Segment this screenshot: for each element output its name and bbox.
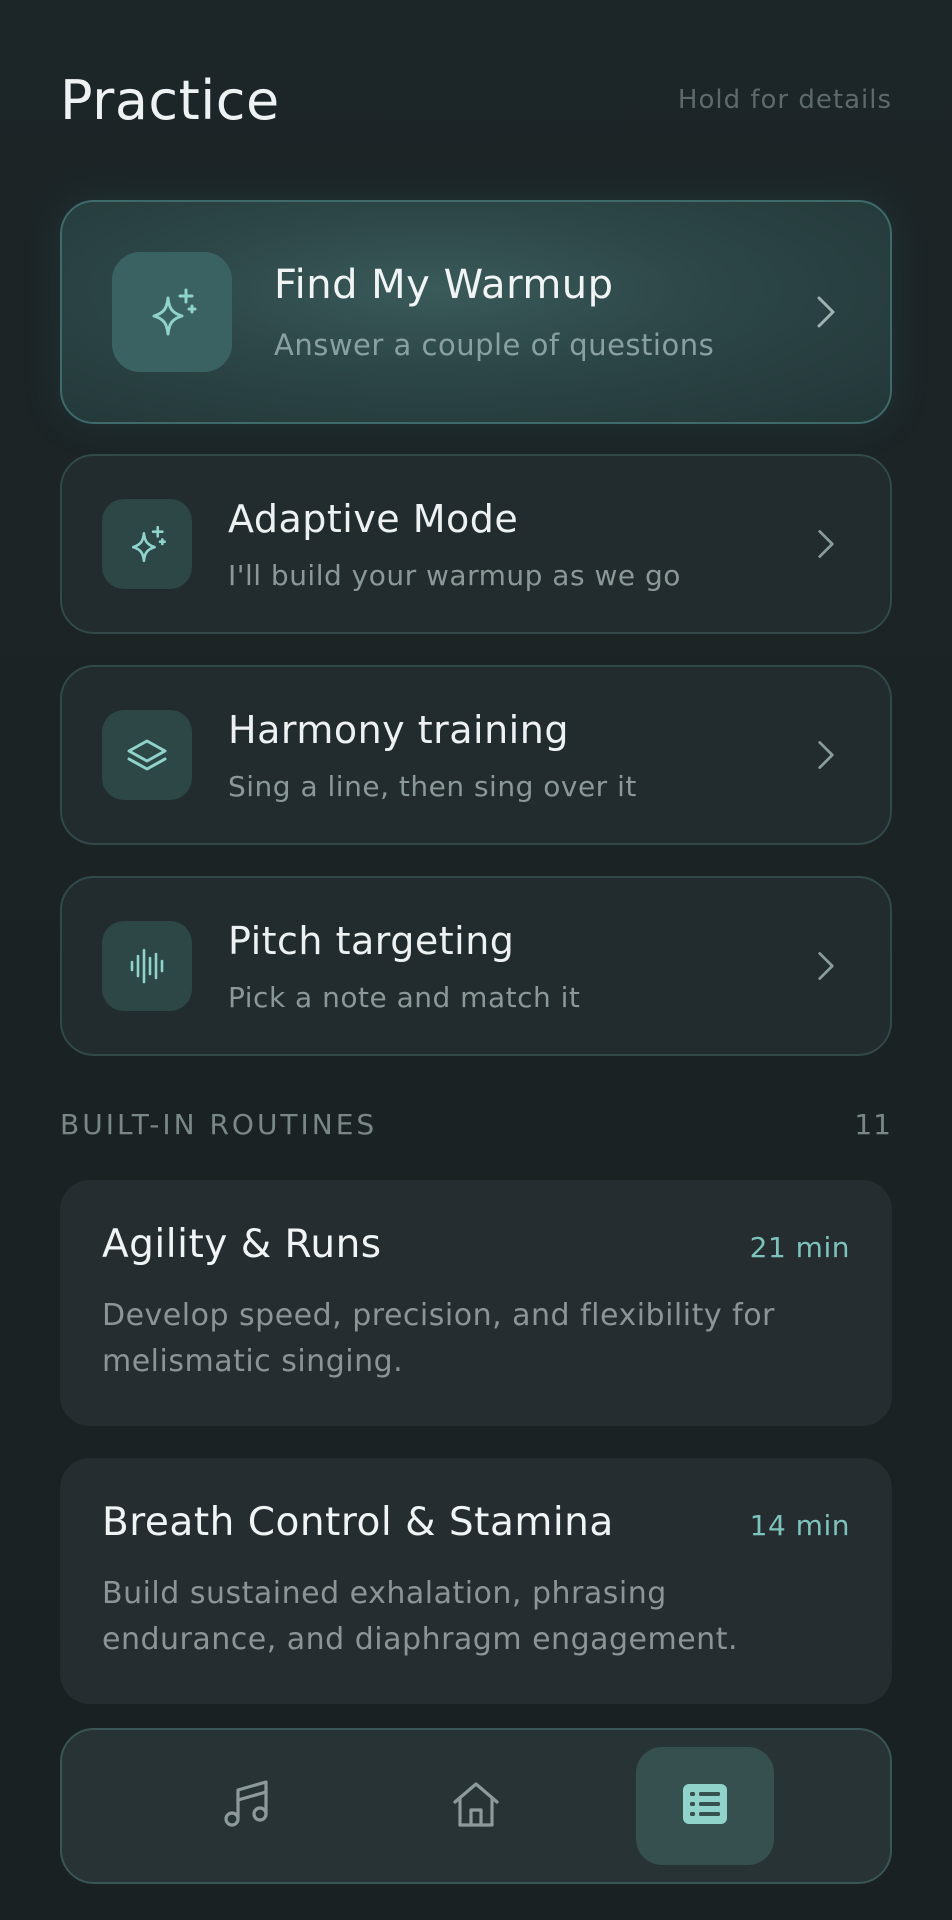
music-note-icon	[219, 1776, 275, 1836]
featured-title: Find My Warmup	[274, 262, 614, 308]
routine-header-row: Agility & Runs 21 min	[102, 1222, 850, 1267]
option-texts: Pitch targeting Pick a note and match it	[228, 919, 806, 1014]
built-in-routines-header: BUILT-IN ROUTINES 11	[60, 1108, 892, 1141]
sparkles-icon	[102, 499, 192, 589]
routine-duration: 14 min	[749, 1509, 850, 1542]
option-subtitle: Pick a note and match it	[228, 980, 581, 1014]
routine-title: Breath Control & Stamina	[102, 1500, 614, 1545]
tab-routines[interactable]	[636, 1747, 775, 1865]
tab-music[interactable]	[178, 1747, 316, 1865]
routine-header-row: Breath Control & Stamina 14 min	[102, 1500, 850, 1545]
layers-icon	[102, 710, 192, 800]
chevron-right-icon	[806, 735, 846, 775]
option-title: Pitch targeting	[228, 918, 515, 963]
hold-hint: Hold for details	[677, 85, 892, 115]
routine-card-agility[interactable]: Agility & Runs 21 min Develop speed, pre…	[60, 1180, 892, 1426]
sparkles-icon	[112, 252, 232, 372]
featured-texts: Find My Warmup Answer a couple of questi…	[274, 262, 806, 362]
option-texts: Adaptive Mode I'll build your warmup as …	[228, 497, 806, 592]
section-label: BUILT-IN ROUTINES	[60, 1108, 378, 1141]
waveform-icon	[102, 921, 192, 1011]
chevron-right-icon	[806, 292, 846, 332]
option-subtitle: I'll build your warmup as we go	[228, 558, 681, 592]
option-title: Harmony training	[228, 707, 569, 752]
adaptive-mode-card[interactable]: Adaptive Mode I'll build your warmup as …	[60, 454, 892, 634]
harmony-training-card[interactable]: Harmony training Sing a line, then sing …	[60, 665, 892, 845]
option-subtitle: Sing a line, then sing over it	[228, 769, 637, 803]
routine-count: 11	[854, 1108, 892, 1141]
practice-screen: Practice Hold for details Find My Warmup…	[0, 0, 952, 1920]
list-icon	[680, 1779, 730, 1833]
routine-description: Develop speed, precision, and flexibilit…	[102, 1298, 775, 1379]
routine-card-breath[interactable]: Breath Control & Stamina 14 min Build su…	[60, 1458, 892, 1704]
routine-duration: 21 min	[749, 1231, 850, 1264]
chevron-right-icon	[806, 946, 846, 986]
header: Practice Hold for details	[60, 62, 892, 138]
tab-home[interactable]	[407, 1747, 545, 1865]
find-my-warmup-card[interactable]: Find My Warmup Answer a couple of questi…	[60, 200, 892, 424]
routine-description: Build sustained exhalation, phrasing end…	[102, 1576, 738, 1657]
pitch-targeting-card[interactable]: Pitch targeting Pick a note and match it	[60, 876, 892, 1056]
chevron-right-icon	[806, 524, 846, 564]
option-title: Adaptive Mode	[228, 496, 519, 541]
featured-subtitle: Answer a couple of questions	[274, 328, 715, 362]
page-title: Practice	[60, 68, 280, 132]
home-icon	[449, 1777, 503, 1835]
bottom-tab-bar	[60, 1728, 892, 1884]
option-texts: Harmony training Sing a line, then sing …	[228, 708, 806, 803]
routine-title: Agility & Runs	[102, 1222, 382, 1267]
